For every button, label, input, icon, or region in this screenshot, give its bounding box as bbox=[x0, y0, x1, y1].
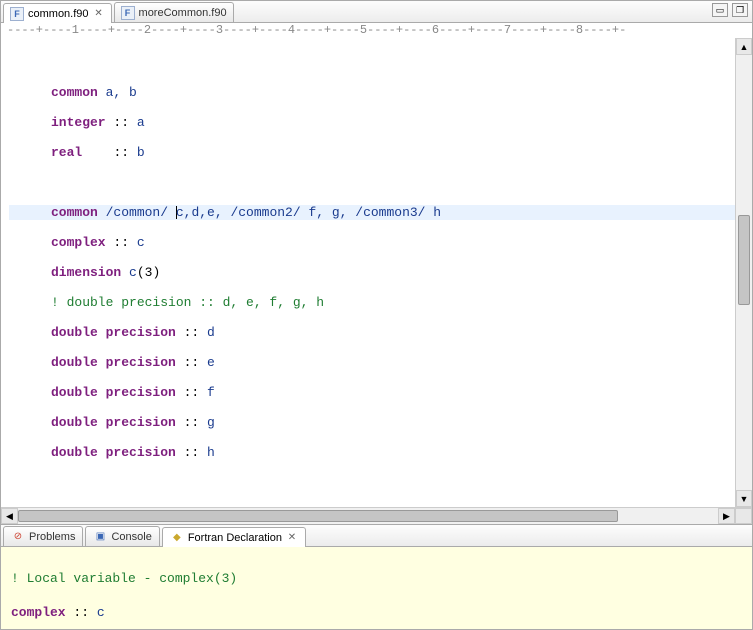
tab-common-f90[interactable]: F common.f90 ✕ bbox=[3, 3, 112, 23]
editor-area: common a, b integer :: a real :: b commo… bbox=[1, 38, 752, 507]
code-line: double precision :: g bbox=[9, 415, 735, 430]
vertical-scrollbar[interactable]: ▲ ▼ bbox=[735, 38, 752, 507]
tab-fortran-declaration[interactable]: ◆ Fortran Declaration ✕ bbox=[162, 527, 306, 547]
code-line: double precision :: h bbox=[9, 445, 735, 460]
code-line: double precision :: d bbox=[9, 325, 735, 340]
code-line bbox=[9, 175, 735, 190]
minimize-button[interactable]: ▭ bbox=[712, 3, 728, 17]
scroll-track[interactable] bbox=[736, 55, 752, 490]
code-line: integer :: a bbox=[9, 115, 735, 130]
code-line: complex :: c bbox=[9, 235, 735, 250]
tab-morecommon-f90[interactable]: F moreCommon.f90 bbox=[114, 2, 234, 22]
fortran-file-icon: F bbox=[10, 7, 24, 21]
close-icon[interactable]: ✕ bbox=[93, 8, 105, 20]
tab-problems[interactable]: ⊘ Problems bbox=[3, 526, 83, 546]
editor-tab-bar: F common.f90 ✕ F moreCommon.f90 ▭ ❐ bbox=[1, 1, 752, 23]
code-line: common a, b bbox=[9, 85, 735, 100]
declaration-view[interactable]: ! Local variable - complex(3) complex ::… bbox=[1, 547, 752, 629]
tab-label: Console bbox=[111, 531, 151, 543]
code-line: real :: b bbox=[9, 145, 735, 160]
maximize-button[interactable]: ❐ bbox=[732, 3, 748, 17]
tab-label: moreCommon.f90 bbox=[139, 7, 227, 19]
scroll-up-icon[interactable]: ▲ bbox=[736, 38, 752, 55]
scroll-down-icon[interactable]: ▼ bbox=[736, 490, 752, 507]
horizontal-scrollbar[interactable]: ◀ ▶ bbox=[1, 507, 752, 524]
scroll-left-icon[interactable]: ◀ bbox=[1, 508, 18, 524]
scroll-corner bbox=[735, 508, 752, 524]
code-line bbox=[9, 55, 735, 70]
window-controls: ▭ ❐ bbox=[712, 3, 748, 17]
tab-label: Fortran Declaration bbox=[188, 532, 282, 544]
problems-icon: ⊘ bbox=[11, 530, 25, 544]
bottom-pane: ⊘ Problems ▣ Console ◆ Fortran Declarati… bbox=[1, 525, 752, 629]
tab-label: common.f90 bbox=[28, 8, 89, 20]
code-line: a = 1 bbox=[9, 505, 735, 507]
code-editor[interactable]: common a, b integer :: a real :: b commo… bbox=[1, 38, 735, 507]
code-line: ! double precision :: d, e, f, g, h bbox=[9, 295, 735, 310]
decl-line: ! Local variable - complex(3) bbox=[11, 570, 742, 587]
tab-console[interactable]: ▣ Console bbox=[85, 526, 159, 546]
column-ruler: ----+----1----+----2----+----3----+----4… bbox=[1, 23, 752, 38]
scroll-track[interactable] bbox=[18, 508, 718, 524]
tab-label: Problems bbox=[29, 531, 75, 543]
editor-pane: F common.f90 ✕ F moreCommon.f90 ▭ ❐ ----… bbox=[1, 1, 752, 525]
scroll-right-icon[interactable]: ▶ bbox=[718, 508, 735, 524]
decl-line: complex :: c bbox=[11, 604, 742, 621]
close-icon[interactable]: ✕ bbox=[286, 532, 298, 544]
code-line-active: common /common/ c,d,e, /common2/ f, g, /… bbox=[9, 205, 735, 220]
scroll-thumb[interactable] bbox=[18, 510, 618, 522]
console-icon: ▣ bbox=[93, 530, 107, 544]
declaration-icon: ◆ bbox=[170, 531, 184, 545]
code-line: double precision :: f bbox=[9, 385, 735, 400]
code-line: double precision :: e bbox=[9, 355, 735, 370]
code-line: dimension c(3) bbox=[9, 265, 735, 280]
code-line bbox=[9, 475, 735, 490]
scroll-thumb[interactable] bbox=[738, 215, 750, 305]
bottom-tab-bar: ⊘ Problems ▣ Console ◆ Fortran Declarati… bbox=[1, 525, 752, 547]
fortran-file-icon: F bbox=[121, 6, 135, 20]
